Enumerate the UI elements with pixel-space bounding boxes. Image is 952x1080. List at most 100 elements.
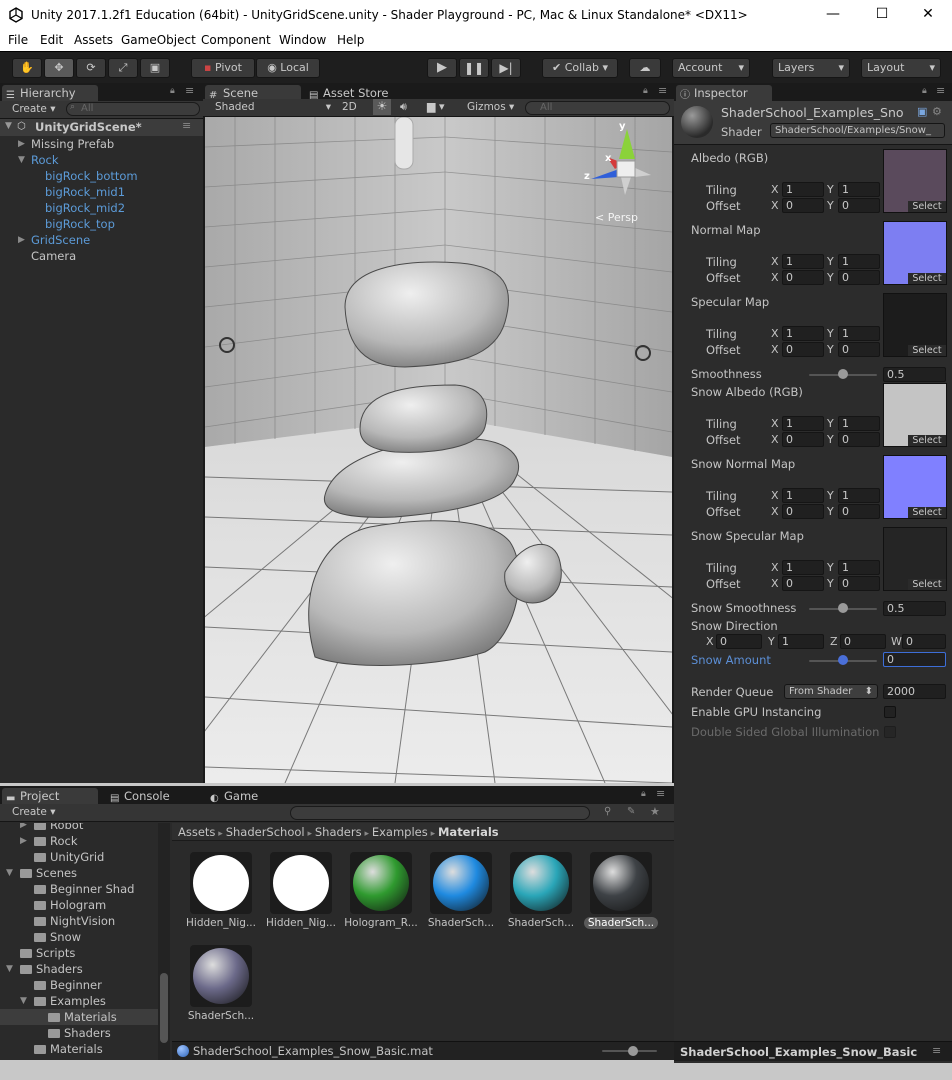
collab-button[interactable]: ✔ Collab ▾ [542,58,618,78]
project-folder-item[interactable]: ▶ Robot [0,823,158,833]
tiling-x-field[interactable]: 1 [782,488,824,503]
material-asset-label[interactable]: ShaderSch... [421,917,501,929]
material-asset-thumbnail[interactable] [190,945,252,1007]
texture-select-button[interactable]: Select [908,507,946,518]
breadcrumb-item[interactable]: Materials [438,825,499,839]
snow-smoothness-field[interactable]: 0.5 [883,601,946,616]
scene-viewport[interactable]: y x z < Persp [205,117,672,783]
persp-label[interactable]: < Persp [595,211,638,224]
project-search-input[interactable] [290,806,590,820]
hierarchy-item[interactable]: ▶ Missing Prefab [0,136,203,152]
project-folder-item[interactable]: Beginner Shad [0,881,158,897]
expand-down-icon[interactable]: ▼ [18,152,25,168]
project-folder-item[interactable]: ▼ Scenes [0,865,158,881]
material-asset-thumbnail[interactable] [430,852,492,914]
texture-slot[interactable]: Select [883,527,947,591]
tab-project[interactable]: ▬ Project [2,788,98,805]
project-folder-item[interactable]: Scripts [0,945,158,961]
offset-x-field[interactable]: 0 [782,270,824,285]
menu-help[interactable]: Help [337,33,364,47]
project-folder-item[interactable]: Shaders [0,1025,158,1041]
close-icon[interactable]: ✕ [918,6,938,24]
material-asset-label[interactable]: Hologram_R... [341,917,421,929]
menu-window[interactable]: Window [279,33,326,47]
menu-edit[interactable]: Edit [40,33,63,47]
snow-dir-w-field[interactable]: 0 [902,634,946,649]
tree-scrollbar[interactable] [158,823,170,1060]
material-asset-thumbnail[interactable] [190,852,252,914]
texture-select-button[interactable]: Select [908,273,946,284]
tiling-x-field[interactable]: 1 [782,182,824,197]
texture-slot[interactable]: Select [883,383,947,447]
texture-select-button[interactable]: Select [908,345,946,356]
snow-dir-y-field[interactable]: 1 [778,634,824,649]
filter-label-icon[interactable]: ✎ [627,806,635,817]
scale-tool-icon[interactable]: ⤢ [108,58,138,78]
breadcrumb-item[interactable]: Assets [178,825,215,839]
offset-x-field[interactable]: 0 [782,576,824,591]
texture-select-button[interactable]: Select [908,579,946,590]
play-button[interactable]: ▶ [427,58,457,78]
texture-select-button[interactable]: Select [908,435,946,446]
render-queue-field[interactable]: 2000 [883,684,946,699]
tiling-x-field[interactable]: 1 [782,416,824,431]
2d-toggle[interactable]: 2D [342,100,357,116]
project-folder-item[interactable]: Materials [0,1041,158,1057]
menu-file[interactable]: File [8,33,28,47]
scene-search-input[interactable]: All [525,101,670,115]
expand-right-icon[interactable]: ▶ [20,833,27,849]
breadcrumb-item[interactable]: Examples [372,825,428,839]
tiling-y-field[interactable]: 1 [838,326,880,341]
material-asset-label[interactable]: Hidden_Nig... [181,917,261,929]
project-folder-item[interactable]: UnityGrid [0,849,158,865]
snow-smoothness-slider-thumb[interactable] [838,603,848,613]
texture-slot[interactable]: Select [883,149,947,213]
favorite-star-icon[interactable]: ★ [650,805,660,818]
expand-right-icon[interactable]: ▶ [18,232,25,248]
move-tool-icon[interactable]: ✥ [44,58,74,78]
expand-right-icon[interactable]: ▶ [18,136,25,152]
project-folder-item[interactable]: ▼ Examples [0,993,158,1009]
material-asset-label[interactable]: ShaderSch... [181,1010,261,1022]
tiling-y-field[interactable]: 1 [838,416,880,431]
hand-tool-icon[interactable]: ✋ [12,58,42,78]
gpu-instancing-checkbox[interactable] [884,706,896,718]
snow-dir-z-field[interactable]: 0 [840,634,886,649]
hierarchy-item[interactable]: Camera [0,248,203,264]
project-folder-item[interactable]: Beginner [0,977,158,993]
texture-select-button[interactable]: Select [908,201,946,212]
render-queue-dropdown[interactable]: From Shader ⬍ [784,684,878,699]
material-asset-label[interactable]: Hidden_Nig... [261,917,341,929]
snow-amount-field[interactable]: 0 [883,652,946,667]
shader-dropdown[interactable]: ShaderSchool/Examples/Snow_ [770,123,945,138]
step-button[interactable]: ▶| [491,58,521,78]
expand-down-icon[interactable]: ▼ [20,993,27,1009]
tab-hierarchy[interactable]: ☰ Hierarchy [2,85,98,102]
filter-type-icon[interactable]: ⚲ [604,806,611,817]
minimize-icon[interactable]: — [823,6,843,24]
pivot-button[interactable]: ▪ Pivot [191,58,255,78]
lock-icon[interactable]: 🔒︎ [170,86,175,96]
smoothness-field[interactable]: 0.5 [883,367,946,382]
material-asset-label[interactable]: ShaderSch... [501,917,581,929]
hierarchy-item[interactable]: ▶ GridScene [0,232,203,248]
snow-amount-slider-thumb[interactable] [838,655,848,665]
shading-mode-dropdown[interactable]: Shaded ▾ [215,100,331,116]
project-folder-item[interactable]: ▶ Rock [0,833,158,849]
texture-slot[interactable]: Select [883,221,947,285]
hierarchy-item[interactable]: bigRock_top [0,216,203,232]
material-asset-thumbnail[interactable] [270,852,332,914]
lock-icon[interactable]: 🔒︎ [643,86,648,96]
effects-toggle-icon[interactable]: ▆ ▾ [427,99,444,115]
offset-x-field[interactable]: 0 [782,342,824,357]
tiling-y-field[interactable]: 1 [838,560,880,575]
tree-scrollbar-thumb[interactable] [160,973,168,1043]
scene-menu-icon[interactable]: ≡ [182,119,191,132]
preview-menu-icon[interactable]: ≡ [932,1044,941,1057]
tab-game[interactable]: ◐ Game [206,788,286,805]
smoothness-slider-thumb[interactable] [838,369,848,379]
offset-y-field[interactable]: 0 [838,270,880,285]
offset-x-field[interactable]: 0 [782,432,824,447]
offset-x-field[interactable]: 0 [782,504,824,519]
offset-y-field[interactable]: 0 [838,342,880,357]
